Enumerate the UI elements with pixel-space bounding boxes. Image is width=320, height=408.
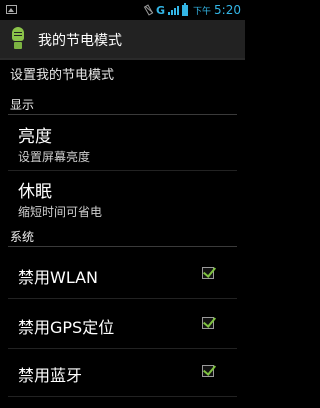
- section-divider: [8, 114, 237, 115]
- brightness-title: 亮度: [18, 127, 52, 147]
- battery-icon: [182, 2, 189, 16]
- section-system: 系统: [10, 230, 35, 244]
- disable-wlan-checkbox[interactable]: [202, 267, 214, 279]
- section-divider: [8, 246, 237, 247]
- disable-bluetooth-checkbox[interactable]: [202, 365, 214, 377]
- disable-bluetooth-row[interactable]: 禁用蓝牙: [0, 348, 245, 396]
- divider: [8, 396, 237, 397]
- section-display: 显示: [10, 98, 35, 112]
- divider: [8, 170, 237, 171]
- disable-wlan-row[interactable]: 禁用WLAN: [0, 250, 245, 298]
- disable-gps-label: 禁用GPS定位: [18, 318, 115, 337]
- status-bar: G 下午 5:20: [0, 0, 245, 20]
- divider: [8, 298, 237, 299]
- sleep-summary: 缩短时间可省电: [18, 205, 103, 219]
- image-notification-icon: [6, 5, 17, 14]
- sleep-title: 休眠: [18, 182, 52, 202]
- vibrate-icon: [144, 4, 153, 16]
- network-type: G: [156, 3, 166, 17]
- disable-gps-checkbox[interactable]: [202, 317, 214, 329]
- brightness-summary: 设置屏幕亮度: [18, 150, 91, 164]
- action-bar: 我的节电模式: [0, 20, 245, 60]
- signal-icon: [168, 5, 180, 15]
- status-ampm: 下午: [193, 6, 212, 17]
- page-title: 设置我的节电模式: [10, 68, 115, 83]
- disable-bluetooth-label: 禁用蓝牙: [18, 366, 83, 385]
- power-save-bulb-icon[interactable]: [8, 27, 28, 51]
- disable-wlan-label: 禁用WLAN: [18, 268, 99, 287]
- disable-gps-row[interactable]: 禁用GPS定位: [0, 300, 245, 348]
- status-icons: G 下午 5:20: [144, 2, 241, 18]
- status-time: 5:20: [214, 3, 241, 17]
- app-title: 我的节电模式: [38, 33, 122, 49]
